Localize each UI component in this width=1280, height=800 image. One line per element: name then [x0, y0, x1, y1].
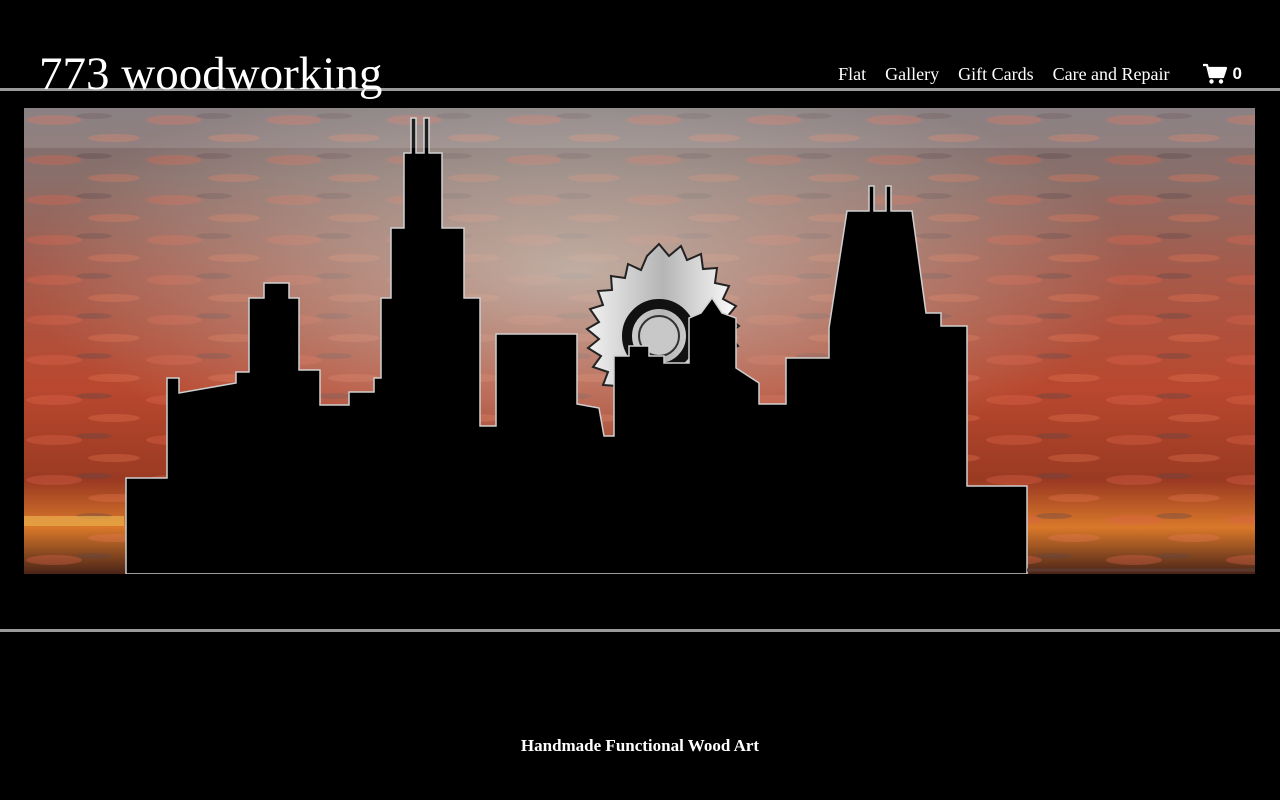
- cart-count: 0: [1232, 64, 1242, 83]
- nav-item-gallery[interactable]: Gallery: [885, 62, 939, 86]
- nav-item-gift-cards[interactable]: Gift Cards: [958, 62, 1034, 86]
- main-nav: Flat Gallery Gift Cards Care and Repair …: [838, 62, 1242, 86]
- hero-banner-image: [24, 108, 1255, 574]
- site-tagline: Handmade Functional Wood Art: [520, 736, 760, 755]
- nav-item-flat[interactable]: Flat: [838, 62, 866, 86]
- banner-top-strip: [24, 108, 1255, 148]
- cart-button[interactable]: 0: [1202, 63, 1242, 85]
- footer-divider: [0, 629, 1280, 632]
- skyline-illustration: [24, 108, 1255, 574]
- page: 773 woodworking Flat Gallery Gift Cards …: [0, 0, 1280, 800]
- shopping-cart-icon: [1202, 63, 1228, 85]
- nav-item-care-and-repair[interactable]: Care and Repair: [1053, 62, 1170, 86]
- site-title-link[interactable]: 773 woodworking: [39, 46, 382, 102]
